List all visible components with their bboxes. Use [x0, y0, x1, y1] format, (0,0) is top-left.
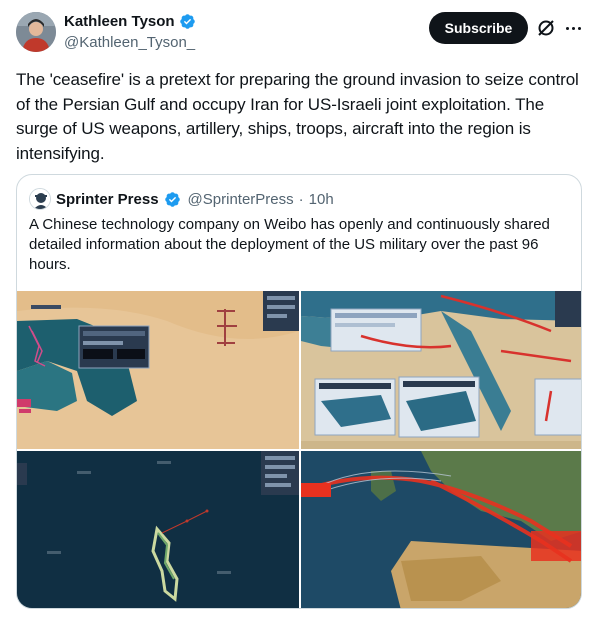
quoted-author-handle[interactable]: @SprinterPress [188, 191, 294, 208]
more-icon[interactable] [563, 18, 583, 38]
subscribe-button[interactable]: Subscribe [429, 12, 528, 44]
quoted-timestamp[interactable]: 10h [309, 191, 334, 208]
media-grid [17, 291, 581, 608]
tweet-header: Kathleen Tyson @Kathleen_Tyson_ Subscrib… [0, 0, 598, 60]
tweet-text: The 'ceasefire' is a pretext for prepari… [16, 70, 579, 163]
verified-badge-icon [179, 13, 196, 30]
quoted-tweet-card[interactable]: Sprinter Press @SprinterPress · 10h A Ch… [16, 174, 582, 609]
media-image-3[interactable] [17, 451, 299, 608]
quoted-tweet-header: Sprinter Press @SprinterPress · 10h [29, 188, 334, 210]
quoted-author-display-name[interactable]: Sprinter Press [56, 191, 159, 208]
quoted-verified-badge-icon [164, 191, 181, 208]
grok-icon[interactable] [536, 18, 556, 38]
author-display-name[interactable]: Kathleen Tyson [64, 13, 175, 30]
quoted-author-avatar[interactable] [29, 188, 51, 210]
author-avatar[interactable] [16, 12, 56, 52]
media-image-1[interactable] [17, 291, 299, 449]
author-handle[interactable]: @Kathleen_Tyson_ [64, 34, 195, 51]
quoted-tweet-text: A Chinese technology company on Weibo ha… [29, 216, 550, 273]
media-image-2[interactable] [301, 291, 581, 449]
media-image-4[interactable] [301, 451, 581, 608]
separator-dot: · [298, 190, 304, 208]
